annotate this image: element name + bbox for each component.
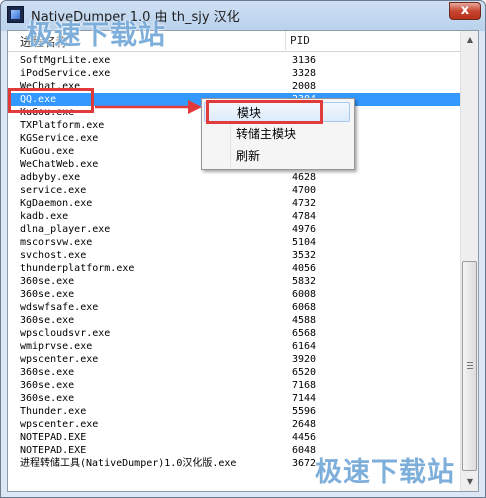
process-name: 360se.exe <box>20 315 75 326</box>
process-name: mscorsvw.exe <box>20 237 93 248</box>
table-row[interactable]: thunderplatform.exe 4056 <box>8 262 460 275</box>
process-name: 360se.exe <box>20 276 75 287</box>
process-pid: 6068 <box>292 302 317 313</box>
process-pid: 6008 <box>292 289 317 300</box>
process-name: KGService.exe <box>20 133 99 144</box>
process-pid: 4456 <box>292 432 317 443</box>
table-row[interactable]: NOTEPAD.EXE 4456 <box>8 431 460 444</box>
process-pid: 5104 <box>292 237 317 248</box>
app-window: NativeDumper 1.0 由 th_sjy 汉化 x 进程名称 PID … <box>0 0 486 498</box>
table-row[interactable]: mscorsvw.exe 5104 <box>8 236 460 249</box>
table-row[interactable]: wmiprvse.exe 6164 <box>8 340 460 353</box>
process-pid: 3532 <box>292 250 317 261</box>
process-name: 360se.exe <box>20 393 75 404</box>
watermark-bottom: 极速下载站 <box>315 457 455 488</box>
process-pid: 3672 <box>292 458 317 469</box>
process-pid: 4628 <box>292 172 317 183</box>
process-name: wmiprvse.exe <box>20 341 93 352</box>
table-row[interactable]: kadb.exe 4784 <box>8 210 460 223</box>
menu-item-refresh[interactable]: 刷新 <box>204 146 350 166</box>
process-name: 360se.exe <box>20 367 75 378</box>
process-name: iPodService.exe <box>20 68 111 79</box>
table-row[interactable]: KgDaemon.exe 4732 <box>8 197 460 210</box>
process-pid: 7144 <box>292 393 317 404</box>
process-name: adbyby.exe <box>20 172 81 183</box>
process-pid: 7168 <box>292 380 317 391</box>
table-row[interactable]: 360se.exe 6520 <box>8 366 460 379</box>
table-row[interactable]: svchost.exe 3532 <box>8 249 460 262</box>
table-row[interactable]: 360se.exe 7168 <box>8 379 460 392</box>
process-pid: 4784 <box>292 211 317 222</box>
process-pid: 5596 <box>292 406 317 417</box>
process-name: KgDaemon.exe <box>20 198 93 209</box>
process-pid: 4732 <box>292 198 317 209</box>
process-name: KuGou.exe <box>20 146 75 157</box>
process-name: Thunder.exe <box>20 406 87 417</box>
table-row[interactable]: 360se.exe 5832 <box>8 275 460 288</box>
process-name: wpscenter.exe <box>20 419 99 430</box>
process-pid: 6568 <box>292 328 317 339</box>
table-row[interactable]: wpscloudsvr.exe 6568 <box>8 327 460 340</box>
table-row[interactable]: iPodService.exe 3328 <box>8 67 460 80</box>
process-pid: 6048 <box>292 445 317 456</box>
table-row[interactable]: adbyby.exe 4628 <box>8 171 460 184</box>
table-row[interactable]: SoftMgrLite.exe 3136 <box>8 54 460 67</box>
watermark-top: 极速下载站 <box>26 20 166 51</box>
app-icon <box>7 6 24 23</box>
process-pid: 3328 <box>292 68 317 79</box>
process-name: kadb.exe <box>20 211 69 222</box>
process-pid: 5832 <box>292 276 317 287</box>
table-row[interactable]: Thunder.exe 5596 <box>8 405 460 418</box>
grip-icon <box>467 362 473 369</box>
scrollbar-thumb[interactable] <box>462 261 477 471</box>
table-row[interactable]: wpscenter.exe 2648 <box>8 418 460 431</box>
table-row[interactable]: wpscenter.exe 3920 <box>8 353 460 366</box>
process-pid: 3920 <box>292 354 317 365</box>
table-row[interactable]: 360se.exe 7144 <box>8 392 460 405</box>
process-name: svchost.exe <box>20 250 87 261</box>
column-divider[interactable] <box>285 31 286 50</box>
process-name: 进程转储工具(NativeDumper)1.0汉化版.exe <box>20 458 237 469</box>
process-name: service.exe <box>20 185 87 196</box>
process-pid: 2648 <box>292 419 317 430</box>
process-name: SoftMgrLite.exe <box>20 55 111 66</box>
process-pid: 2008 <box>292 81 317 92</box>
column-header-pid[interactable]: PID <box>290 34 310 47</box>
vertical-scrollbar[interactable]: ▲ ▼ <box>460 31 478 491</box>
scroll-up-icon[interactable]: ▲ <box>462 31 478 48</box>
close-button[interactable]: x <box>449 2 481 20</box>
process-pid: 4056 <box>292 263 317 274</box>
table-row[interactable]: dlna_player.exe 4976 <box>8 223 460 236</box>
process-pid: 4588 <box>292 315 317 326</box>
process-name: wdswfsafe.exe <box>20 302 99 313</box>
table-row[interactable]: wdswfsafe.exe 6068 <box>8 301 460 314</box>
process-pid: 3136 <box>292 55 317 66</box>
process-name: thunderplatform.exe <box>20 263 135 274</box>
process-name: WeChatWeb.exe <box>20 159 99 170</box>
process-name: 360se.exe <box>20 289 75 300</box>
table-row[interactable]: service.exe 4700 <box>8 184 460 197</box>
process-name: dlna_player.exe <box>20 224 111 235</box>
annotation-highlight-row <box>8 88 94 113</box>
process-name: wpscenter.exe <box>20 354 99 365</box>
annotation-highlight-menu-item <box>206 100 323 124</box>
scroll-down-icon[interactable]: ▼ <box>462 473 478 490</box>
process-name: NOTEPAD.EXE <box>20 432 87 443</box>
process-pid: 6520 <box>292 367 317 378</box>
table-row[interactable]: 360se.exe 4588 <box>8 314 460 327</box>
process-pid: 6164 <box>292 341 317 352</box>
process-name: wpscloudsvr.exe <box>20 328 111 339</box>
process-pid: 4700 <box>292 185 317 196</box>
table-row[interactable]: 360se.exe 6008 <box>8 288 460 301</box>
process-name: TXPlatform.exe <box>20 120 105 131</box>
menu-item-dump-main-module[interactable]: 转储主模块 <box>204 124 350 144</box>
process-name: NOTEPAD.EXE <box>20 445 87 456</box>
process-name: 360se.exe <box>20 380 75 391</box>
process-pid: 4976 <box>292 224 317 235</box>
